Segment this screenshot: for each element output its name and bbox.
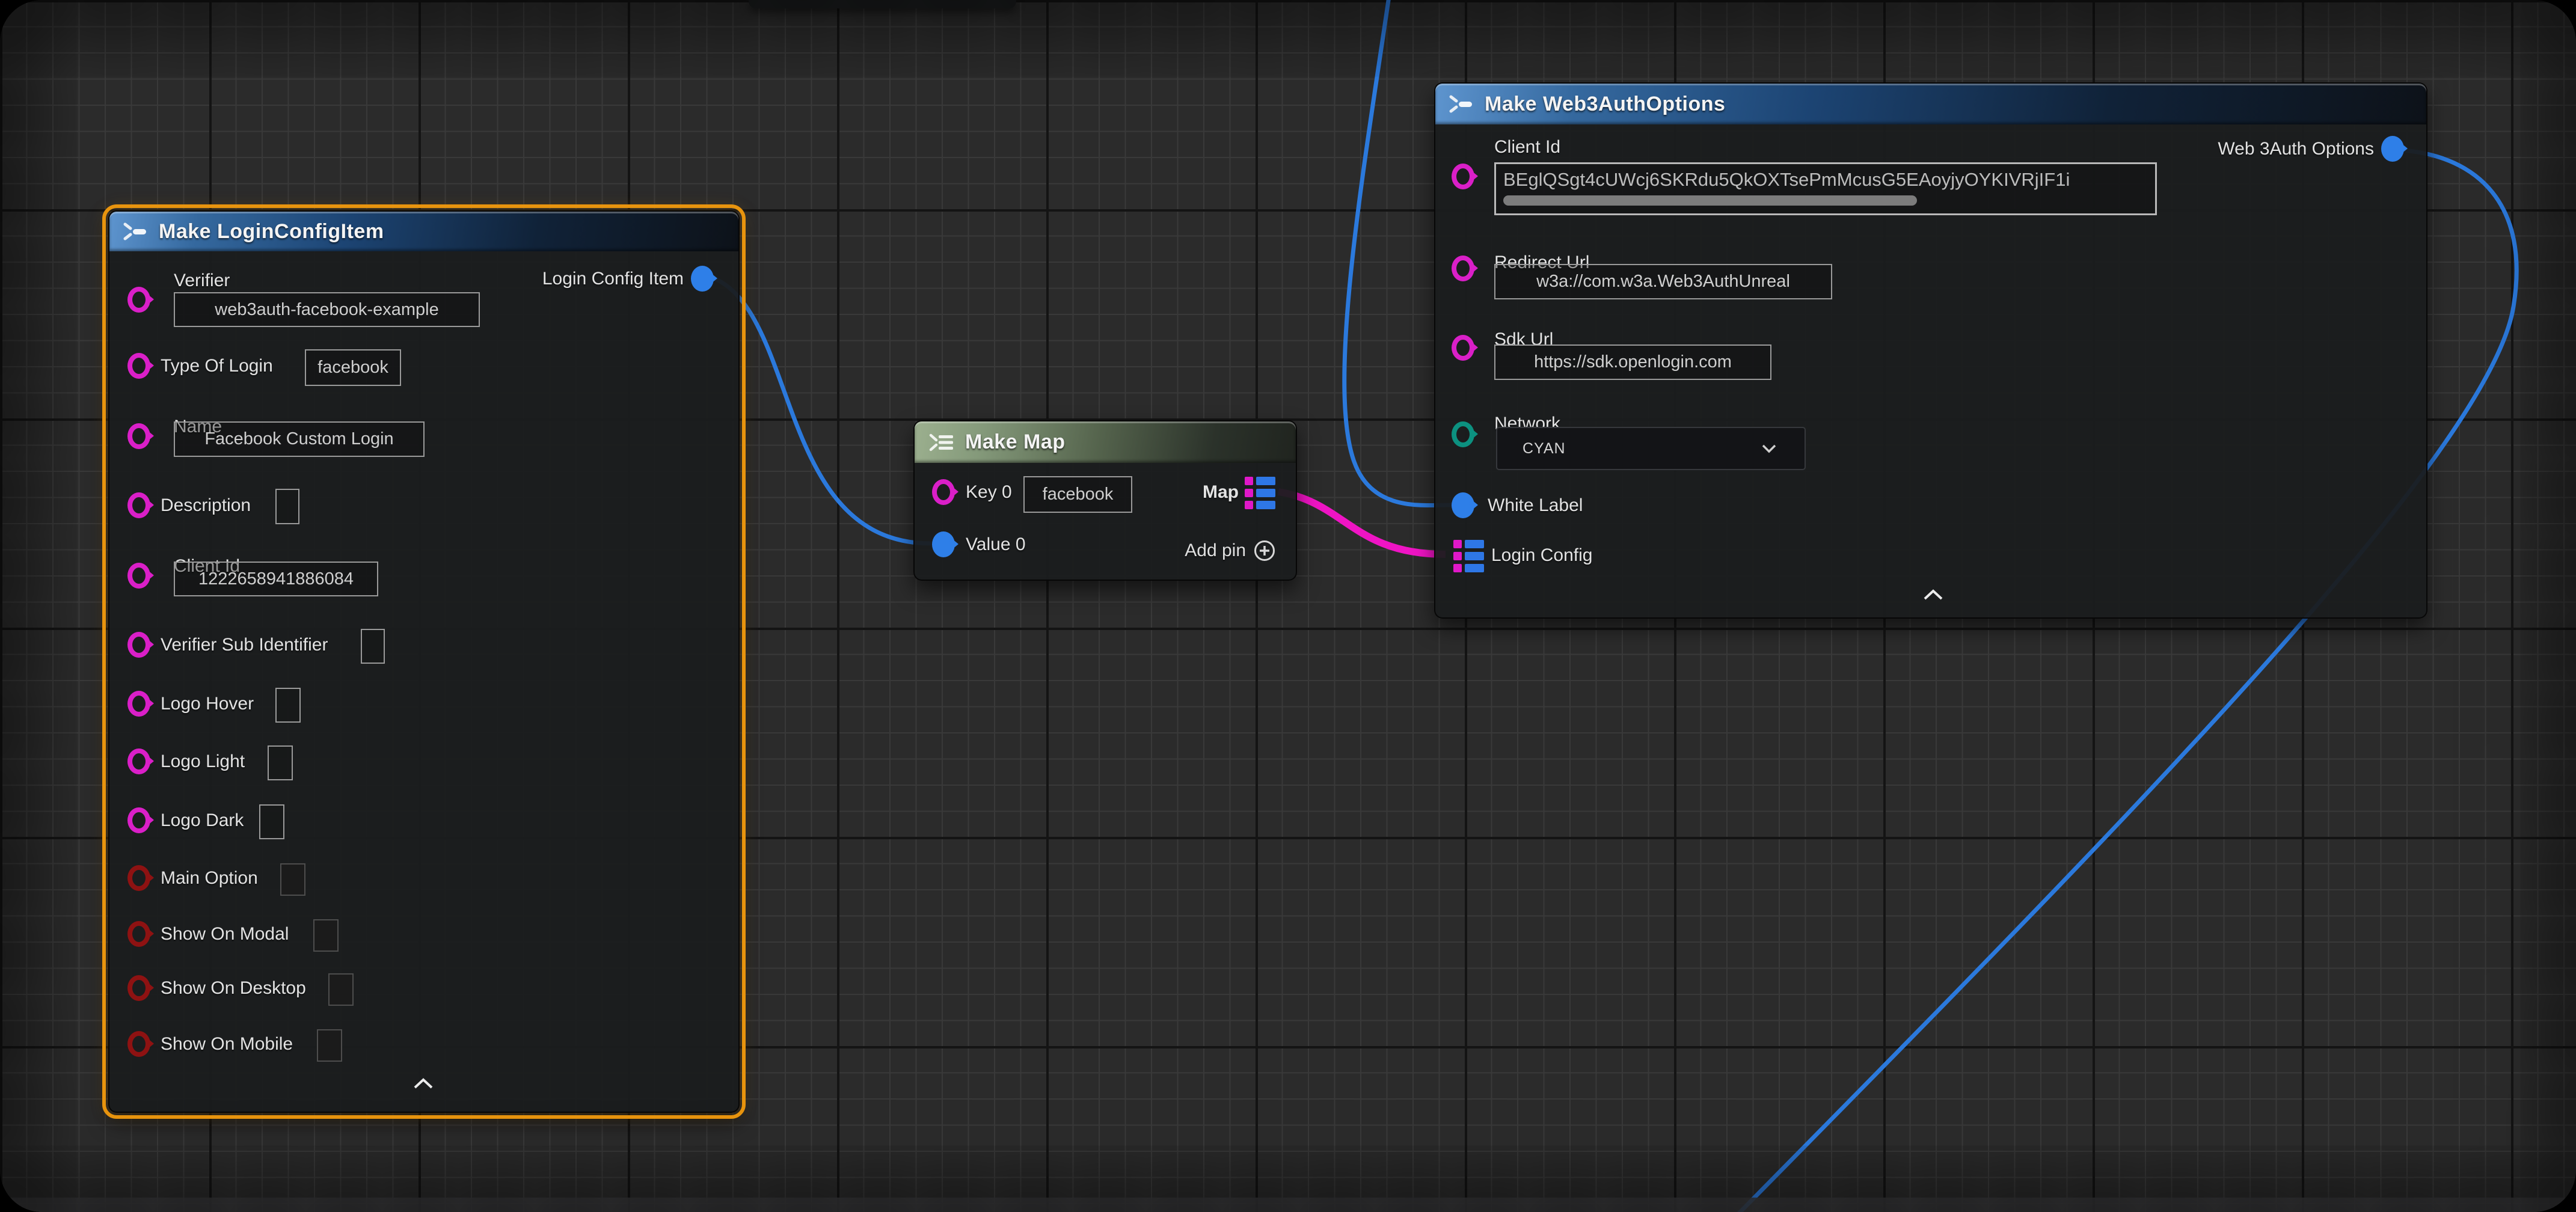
main-option-checkbox[interactable] xyxy=(280,863,305,896)
pin-redirect-url[interactable] xyxy=(1452,256,1474,281)
node-title: Make LoginConfigItem xyxy=(159,220,384,243)
name-field[interactable]: Facebook Custom Login xyxy=(174,421,425,457)
pin-output-web3auth-options[interactable] xyxy=(2381,136,2404,162)
pin-logo-light[interactable] xyxy=(127,748,150,774)
verifier-field[interactable]: web3auth-facebook-example xyxy=(174,292,480,327)
node-make-web3authoptions[interactable]: Make Web3AuthOptions Web 3Auth Options C… xyxy=(1434,82,2427,619)
plus-circle-icon xyxy=(1253,539,1276,562)
pin-key-0[interactable] xyxy=(932,479,955,505)
node-make-map[interactable]: Make Map Key 0 facebook Map Value 0 Add … xyxy=(913,420,1297,581)
pin-logo-dark[interactable] xyxy=(127,807,150,833)
collapse-chevron-up-icon[interactable] xyxy=(410,1076,437,1091)
client-id-field[interactable]: BEglQSgt4cUWcj6SKRdu5QkOXTsePmMcusG5EAoy… xyxy=(1494,162,2157,215)
pin-white-label[interactable] xyxy=(1452,492,1474,518)
collapse-chevron-up-icon[interactable] xyxy=(1920,587,1946,602)
pin-label-logo-light: Logo Light xyxy=(161,751,245,772)
show-on-modal-checkbox[interactable] xyxy=(313,919,339,952)
logo-hover-field[interactable] xyxy=(275,688,301,723)
pin-label-white-label: White Label xyxy=(1488,495,1583,516)
pin-label-login-config-item: Login Config Item xyxy=(542,269,684,289)
pin-value-0[interactable] xyxy=(932,531,955,557)
pin-sdk-url[interactable] xyxy=(1452,335,1474,361)
node-title: Make Web3AuthOptions xyxy=(1485,93,1725,116)
client-id-field[interactable]: 1222658941886084 xyxy=(174,562,378,596)
make-struct-icon xyxy=(1449,95,1475,113)
node-header[interactable]: Make Web3AuthOptions xyxy=(1435,84,2426,124)
node-title: Make Map xyxy=(965,430,1066,454)
key-0-field[interactable]: facebook xyxy=(1023,476,1132,513)
logo-dark-field[interactable] xyxy=(259,804,284,839)
pin-verifier-sub-identifier[interactable] xyxy=(127,632,150,658)
pin-label-web3auth-options: Web 3Auth Options xyxy=(2218,139,2374,159)
pin-label-key-0: Key 0 xyxy=(966,482,1012,503)
pin-label-logo-hover: Logo Hover xyxy=(161,694,254,714)
pin-label-type-of-login: Type Of Login xyxy=(161,356,273,376)
pin-label-login-config: Login Config xyxy=(1491,545,1592,566)
pin-label-verifier: Verifier xyxy=(174,271,230,291)
add-pin-label: Add pin xyxy=(1185,540,1246,561)
pin-label-show-on-desktop: Show On Desktop xyxy=(161,978,306,999)
pin-name[interactable] xyxy=(127,423,150,449)
pin-label-description: Description xyxy=(161,495,251,516)
wire-map-to-login-config[interactable] xyxy=(1278,492,1446,554)
pin-show-on-desktop[interactable] xyxy=(127,975,150,1001)
logo-light-field[interactable] xyxy=(268,745,293,780)
pin-description[interactable] xyxy=(127,492,150,518)
pin-output-login-config-item[interactable] xyxy=(691,266,714,292)
sdk-url-field[interactable]: https://sdk.openlogin.com xyxy=(1494,344,1771,380)
pin-label-show-on-modal: Show On Modal xyxy=(161,924,289,944)
client-id-scrollbar[interactable] xyxy=(1503,195,1917,206)
show-on-desktop-checkbox[interactable] xyxy=(328,973,354,1006)
pin-client-id[interactable] xyxy=(127,563,150,589)
add-pin-button[interactable]: Add pin xyxy=(1185,539,1276,562)
pin-logo-hover[interactable] xyxy=(127,691,150,717)
pin-label-show-on-mobile: Show On Mobile xyxy=(161,1034,293,1054)
redirect-url-field[interactable]: w3a://com.w3a.Web3AuthUnreal xyxy=(1494,264,1832,299)
client-id-text: BEglQSgt4cUWcj6SKRdu5QkOXTsePmMcusG5EAoy… xyxy=(1503,169,2070,191)
node-header[interactable]: Make LoginConfigItem xyxy=(109,212,738,251)
pin-login-config[interactable] xyxy=(1453,540,1485,572)
wire-login-config-item-to-value0[interactable] xyxy=(713,278,931,543)
pin-client-id[interactable] xyxy=(1452,164,1474,189)
make-map-icon xyxy=(928,432,955,453)
network-dropdown[interactable]: CYAN xyxy=(1496,427,1806,470)
pin-type-of-login[interactable] xyxy=(127,353,150,379)
network-selected-value: CYAN xyxy=(1523,440,1566,458)
pin-label-verifier-sub-identifier: Verifier Sub Identifier xyxy=(161,635,328,655)
partial-node-top[interactable] xyxy=(749,0,1016,8)
node-header[interactable]: Make Map xyxy=(915,421,1296,463)
node-make-loginconfigitem[interactable]: Make LoginConfigItem Login Config Item V… xyxy=(108,210,740,1113)
pin-label-client-id: Client Id xyxy=(1494,137,1560,158)
show-on-mobile-checkbox[interactable] xyxy=(317,1029,342,1062)
pin-label-main-option: Main Option xyxy=(161,868,258,889)
panel-bottom-edge xyxy=(0,1198,2576,1212)
pin-main-option[interactable] xyxy=(127,865,150,891)
make-struct-icon xyxy=(123,222,149,240)
pin-verifier[interactable] xyxy=(127,287,150,313)
type-of-login-field[interactable]: facebook xyxy=(305,349,401,386)
description-field[interactable] xyxy=(275,489,299,524)
pin-show-on-mobile[interactable] xyxy=(127,1031,150,1057)
pin-label-logo-dark: Logo Dark xyxy=(161,810,244,831)
pin-label-value-0: Value 0 xyxy=(966,534,1026,555)
pin-label-map: Map xyxy=(1203,482,1239,503)
pin-show-on-modal[interactable] xyxy=(127,921,150,947)
pin-map-output[interactable] xyxy=(1245,477,1276,509)
verifier-sub-identifier-field[interactable] xyxy=(361,629,385,664)
pin-network[interactable] xyxy=(1452,421,1474,447)
chevron-down-icon xyxy=(1761,444,1777,453)
blueprint-canvas[interactable]: Make LoginConfigItem Login Config Item V… xyxy=(0,0,2576,1212)
